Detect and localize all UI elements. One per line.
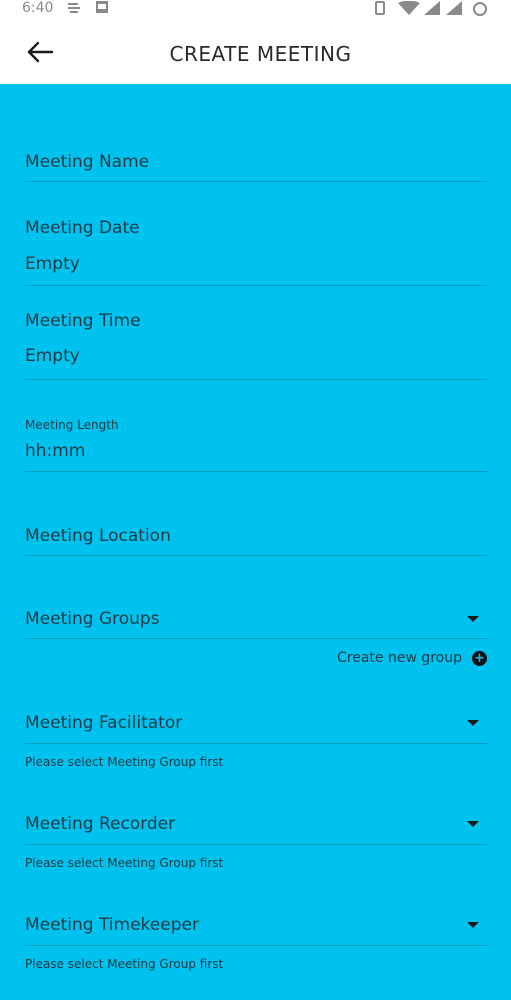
meeting-time-label: Meeting Time [25, 311, 141, 331]
notification-icon [68, 3, 80, 13]
add-circle-icon: + [472, 650, 487, 666]
vibrate-icon [375, 1, 385, 15]
meeting-timekeeper-dropdown[interactable]: Meeting Timekeeper [25, 903, 487, 946]
battery-icon [473, 2, 487, 16]
status-bar: 6:40 [0, 0, 511, 20]
meeting-name-field[interactable]: Meeting Name [25, 138, 487, 182]
meeting-facilitator-dropdown[interactable]: Meeting Facilitator [25, 700, 487, 744]
dropdown-arrow-icon [467, 922, 479, 928]
wifi-icon [398, 1, 420, 15]
image-icon [96, 1, 108, 13]
meeting-time-value: Empty [25, 346, 80, 366]
meeting-groups-dropdown[interactable]: Meeting Groups [25, 596, 487, 639]
meeting-date-field[interactable]: Meeting Date Empty [25, 204, 487, 286]
create-meeting-form: Meeting Name Meeting Date Empty Meeting … [0, 84, 511, 1000]
meeting-location-label: Meeting Location [25, 526, 171, 546]
page-title: CREATE MEETING [169, 42, 352, 66]
dropdown-arrow-icon [467, 616, 479, 622]
app-bar: CREATE MEETING [0, 20, 511, 84]
meeting-name-label: Meeting Name [25, 152, 150, 172]
meeting-timekeeper-label: Meeting Timekeeper [25, 915, 199, 935]
meeting-location-field[interactable]: Meeting Location [25, 514, 487, 556]
meeting-time-field[interactable]: Meeting Time Empty [25, 298, 487, 380]
dropdown-arrow-icon [467, 821, 479, 827]
meeting-timekeeper-hint: Please select Meeting Group first [25, 957, 224, 971]
meeting-length-input[interactable]: hh:mm [25, 441, 85, 461]
meeting-recorder-label: Meeting Recorder [25, 814, 176, 834]
signal-icon [424, 1, 440, 15]
meeting-facilitator-label: Meeting Facilitator [25, 713, 183, 733]
meeting-length-field[interactable]: Meeting Length hh:mm [25, 406, 487, 472]
meeting-date-label: Meeting Date [25, 218, 140, 238]
meeting-facilitator-hint: Please select Meeting Group first [25, 755, 224, 769]
meeting-recorder-dropdown[interactable]: Meeting Recorder [25, 802, 487, 845]
meeting-recorder-hint: Please select Meeting Group first [25, 856, 224, 870]
signal-2-icon [446, 1, 462, 15]
meeting-date-value: Empty [25, 254, 80, 274]
meeting-length-label: Meeting Length [25, 418, 119, 432]
meeting-groups-label: Meeting Groups [25, 609, 160, 629]
status-time: 6:40 [22, 0, 54, 16]
create-new-group-label: Create new group [336, 650, 462, 666]
dropdown-arrow-icon [467, 720, 479, 726]
create-new-group-button[interactable]: Create new group + [337, 650, 487, 666]
